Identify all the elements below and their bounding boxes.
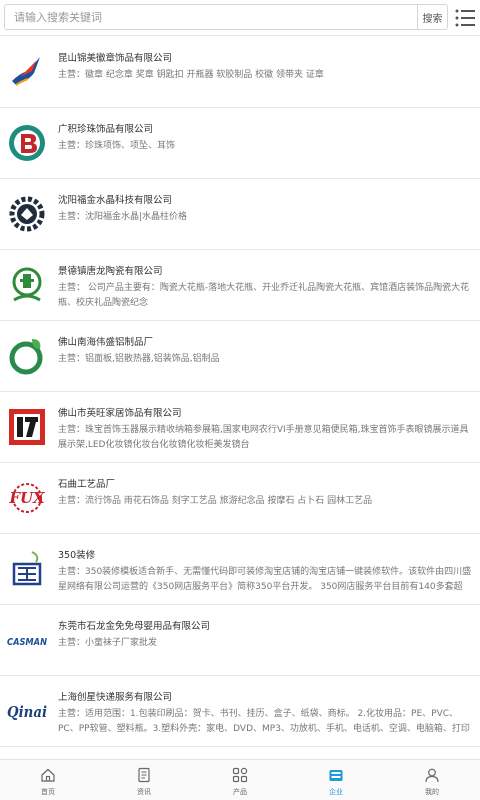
- list-item[interactable]: Qinai 上海创星快递服务有限公司 主营：适用范围：1.包装印刷品：贺卡、书刊…: [0, 676, 480, 747]
- list-item[interactable]: 佛山南海伟盛铝制品厂 主营：铝面板,铝散热器,铝装饰品,铝制品: [0, 321, 480, 392]
- list-item[interactable]: 昆山锦美徽章饰品有限公司 主营：徽章 纪念章 奖章 钥匙扣 开瓶器 软胶制品 校…: [0, 37, 480, 108]
- company-desc: 主营：铝面板,铝散热器,铝装饰品,铝制品: [58, 354, 220, 364]
- list-item[interactable]: 佛山市英旺家居饰品有限公司 主营：珠宝首饰玉器展示精收纳箱参展箱,国家电网农行V…: [0, 392, 480, 463]
- tab-label: 资讯: [137, 788, 151, 796]
- list-menu-icon[interactable]: [454, 8, 476, 28]
- company-desc: 主营： 公司产品主要有：陶瓷大花瓶-落地大花瓶、开业乔迁礼品陶瓷大花瓶、宾馆酒店…: [58, 283, 470, 308]
- svg-text:FUX: FUX: [8, 489, 46, 507]
- bottom-tab-bar: 首页 资讯 产品 企业 我的: [0, 759, 480, 800]
- tab-profile[interactable]: 我的: [384, 760, 480, 800]
- it-logo-icon: [6, 406, 48, 448]
- company-name[interactable]: 广积珍珠饰品有限公司: [58, 121, 153, 135]
- search-input[interactable]: [5, 5, 419, 29]
- bird-logo-icon: [6, 51, 48, 93]
- company-name[interactable]: 佛山南海伟盛铝制品厂: [58, 334, 153, 348]
- company-desc: 主营：沈阳福金水晶|水晶柱价格: [58, 212, 188, 222]
- company-name[interactable]: 景德镇唐龙陶瓷有限公司: [58, 263, 163, 277]
- leaf-ring-logo-icon: [6, 335, 48, 377]
- home-icon: [41, 768, 55, 782]
- company-desc: 主营：适用范围：1.包装印刷品：贺卡、书刊、挂历、盒子、纸袋、商标。 2.化妆用…: [58, 709, 470, 734]
- company-name[interactable]: 350装修: [58, 547, 95, 561]
- tab-label: 产品: [233, 788, 247, 796]
- tab-home[interactable]: 首页: [0, 760, 96, 800]
- company-name[interactable]: 昆山锦美徽章饰品有限公司: [58, 50, 172, 64]
- list-item[interactable]: 沈阳福金水晶科技有限公司 主营：沈阳福金水晶|水晶柱价格: [0, 179, 480, 250]
- company-icon: [329, 770, 343, 781]
- top-bar: 搜索: [0, 0, 480, 36]
- fux-logo-icon: FUX: [6, 477, 48, 519]
- company-name[interactable]: 东莞市石龙金免免母婴用品有限公司: [58, 618, 210, 632]
- svg-text:CASMAN: CASMAN: [7, 637, 48, 648]
- company-desc: 主营：350装修模板适合新手、无需懂代码即可装修淘宝店铺的淘宝店铺一键装修软件。…: [58, 567, 472, 592]
- qinai-logo-icon: Qinai: [6, 690, 48, 732]
- list-item[interactable]: FUX 石曲工艺品厂 主营：流行饰品 雨花石饰品 刻字工艺品 旅游纪念品 按摩石…: [0, 463, 480, 534]
- tab-products[interactable]: 产品: [192, 760, 288, 800]
- document-icon: [138, 767, 150, 783]
- company-desc: 主营：珠宝首饰玉器展示精收纳箱参展箱,国家电网农行VI手册意见箱便民箱,珠宝首饰…: [58, 425, 469, 450]
- company-desc: 主营：徽章 纪念章 奖章 钥匙扣 开瓶器 软胶制品 校徽 领带夹 证章: [58, 70, 324, 80]
- casman-logo-icon: CASMAN: [6, 619, 48, 661]
- list-item[interactable]: CASMAN 东莞市石龙金免免母婴用品有限公司 主营：小童袜子厂家批发: [0, 605, 480, 676]
- company-desc: 主营：流行饰品 雨花石饰品 刻字工艺品 旅游纪念品 按摩石 占卜石 园林工艺品: [58, 496, 373, 506]
- company-list: 昆山锦美徽章饰品有限公司 主营：徽章 纪念章 奖章 钥匙扣 开瓶器 软胶制品 校…: [0, 37, 480, 757]
- tab-news[interactable]: 资讯: [96, 760, 192, 800]
- grid-icon: [232, 767, 248, 783]
- company-name[interactable]: 沈阳福金水晶科技有限公司: [58, 192, 172, 206]
- tab-companies[interactable]: 企业: [288, 760, 384, 800]
- phoenix-logo-icon: [6, 548, 48, 590]
- letter-b-logo-icon: [6, 122, 48, 164]
- company-name[interactable]: 佛山市英旺家居饰品有限公司: [58, 405, 182, 419]
- tab-label: 企业: [329, 788, 343, 796]
- gear-logo-icon: [6, 193, 48, 235]
- search-button[interactable]: 搜索: [417, 5, 447, 29]
- list-item[interactable]: 350装修 主营：350装修模板适合新手、无需懂代码即可装修淘宝店铺的淘宝店铺一…: [0, 534, 480, 605]
- list-item[interactable]: 广积珍珠饰品有限公司 主营：珍珠项饰、项坠、耳饰: [0, 108, 480, 179]
- tab-label: 我的: [425, 788, 439, 796]
- seal-logo-icon: [6, 264, 48, 306]
- search-box: 搜索: [4, 4, 448, 30]
- user-icon: [425, 768, 439, 783]
- company-name[interactable]: 石曲工艺品厂: [58, 476, 115, 490]
- company-name[interactable]: 上海创星快递服务有限公司: [58, 689, 172, 703]
- company-desc: 主营：珍珠项饰、项坠、耳饰: [58, 141, 176, 151]
- tab-label: 首页: [41, 788, 55, 796]
- company-desc: 主营：小童袜子厂家批发: [58, 638, 158, 648]
- svg-text:Qinai: Qinai: [7, 703, 47, 721]
- list-item[interactable]: 景德镇唐龙陶瓷有限公司 主营： 公司产品主要有：陶瓷大花瓶-落地大花瓶、开业乔迁…: [0, 250, 480, 321]
